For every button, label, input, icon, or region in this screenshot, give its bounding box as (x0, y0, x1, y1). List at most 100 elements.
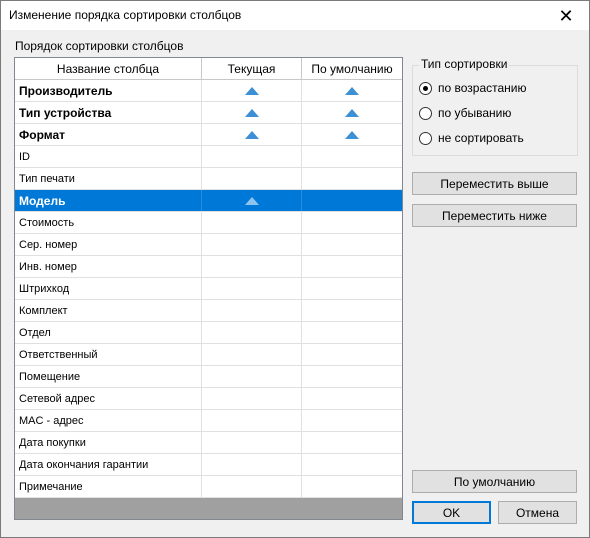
sort-ascending-icon (244, 86, 259, 95)
row-current-sort (202, 454, 302, 475)
row-column-name: Отдел (15, 322, 202, 343)
table-row[interactable]: Сетевой адрес (15, 388, 402, 410)
sort-ascending-icon (244, 196, 259, 205)
row-default-sort (302, 432, 402, 453)
move-down-button[interactable]: Переместить ниже (412, 204, 577, 227)
table-row[interactable]: Тип устройства (15, 102, 402, 124)
row-current-sort (202, 80, 302, 101)
ok-button[interactable]: OK (412, 501, 491, 524)
row-current-sort (202, 278, 302, 299)
row-default-sort (302, 190, 402, 211)
table-row[interactable]: Дата покупки (15, 432, 402, 454)
row-current-sort (202, 322, 302, 343)
row-current-sort (202, 124, 302, 145)
row-column-name: Помещение (15, 366, 202, 387)
row-current-sort (202, 476, 302, 497)
row-column-name: Формат (15, 124, 202, 145)
grid-footer (15, 498, 402, 519)
radio-ascending-label: по возрастанию (438, 81, 527, 95)
row-current-sort (202, 168, 302, 189)
column-header-default[interactable]: По умолчанию (302, 58, 402, 79)
table-row[interactable]: Штрихкод (15, 278, 402, 300)
table-row[interactable]: Помещение (15, 366, 402, 388)
close-icon: ✕ (558, 5, 574, 26)
row-column-name: Тип устройства (15, 102, 202, 123)
row-current-sort (202, 234, 302, 255)
radio-descending-circle[interactable] (419, 106, 432, 120)
cancel-button[interactable]: Отмена (498, 501, 577, 524)
columns-grid[interactable]: Название столбца Текущая По умолчанию Пр… (14, 57, 403, 520)
table-row[interactable]: Ответственный (15, 344, 402, 366)
table-row[interactable]: Сер. номер (15, 234, 402, 256)
row-column-name: Сер. номер (15, 234, 202, 255)
row-column-name: Комплект (15, 300, 202, 321)
sort-ascending-icon (244, 108, 259, 117)
row-default-sort (302, 102, 402, 123)
title-bar: Изменение порядка сортировки столбцов ✕ (1, 1, 589, 30)
radio-no-sort[interactable]: не сортировать (419, 131, 524, 145)
row-default-sort (302, 366, 402, 387)
defaults-button[interactable]: По умолчанию (412, 470, 577, 493)
table-row[interactable]: Дата окончания гарантии (15, 454, 402, 476)
table-row[interactable]: Отдел (15, 322, 402, 344)
row-default-sort (302, 124, 402, 145)
row-current-sort (202, 344, 302, 365)
row-column-name: Инв. номер (15, 256, 202, 277)
sort-order-label: Порядок сортировки столбцов (15, 39, 184, 53)
row-default-sort (302, 344, 402, 365)
row-default-sort (302, 410, 402, 431)
dialog-title: Изменение порядка сортировки столбцов (9, 8, 242, 22)
row-column-name: MAC - адрес (15, 410, 202, 431)
row-column-name: Дата окончания гарантии (15, 454, 202, 475)
row-column-name: Стоимость (15, 212, 202, 233)
row-default-sort (302, 322, 402, 343)
row-default-sort (302, 146, 402, 167)
table-row[interactable]: ID (15, 146, 402, 168)
grid-body: Производитель Тип устройства Формат ID Тип п… (15, 80, 402, 498)
row-default-sort (302, 476, 402, 497)
row-default-sort (302, 212, 402, 233)
sort-ascending-icon (345, 86, 359, 95)
table-row[interactable]: Формат (15, 124, 402, 146)
row-current-sort (202, 190, 302, 211)
row-default-sort (302, 454, 402, 475)
sort-type-title: Тип сортировки (419, 57, 510, 71)
radio-descending[interactable]: по убыванию (419, 106, 511, 120)
table-row[interactable]: MAC - адрес (15, 410, 402, 432)
sort-ascending-icon (345, 130, 359, 139)
radio-ascending[interactable]: по возрастанию (419, 81, 527, 95)
row-column-name: ID (15, 146, 202, 167)
dialog-window: Изменение порядка сортировки столбцов ✕ … (0, 0, 590, 538)
move-up-button[interactable]: Переместить выше (412, 172, 577, 195)
row-current-sort (202, 146, 302, 167)
close-button[interactable]: ✕ (543, 1, 589, 30)
table-row[interactable]: Комплект (15, 300, 402, 322)
row-current-sort (202, 366, 302, 387)
table-row[interactable]: Производитель (15, 80, 402, 102)
column-header-name[interactable]: Название столбца (15, 58, 202, 79)
table-row[interactable]: Стоимость (15, 212, 402, 234)
row-column-name: Примечание (15, 476, 202, 497)
column-header-current[interactable]: Текущая (202, 58, 302, 79)
row-current-sort (202, 300, 302, 321)
radio-no-sort-label: не сортировать (438, 131, 524, 145)
table-row[interactable]: Модель (15, 190, 402, 212)
row-column-name: Сетевой адрес (15, 388, 202, 409)
row-column-name: Тип печати (15, 168, 202, 189)
row-current-sort (202, 388, 302, 409)
row-column-name: Производитель (15, 80, 202, 101)
row-current-sort (202, 432, 302, 453)
radio-descending-label: по убыванию (438, 106, 512, 120)
grid-header: Название столбца Текущая По умолчанию (15, 58, 402, 80)
table-row[interactable]: Инв. номер (15, 256, 402, 278)
sort-ascending-icon (244, 130, 259, 139)
row-current-sort (202, 102, 302, 123)
row-current-sort (202, 410, 302, 431)
row-default-sort (302, 388, 402, 409)
table-row[interactable]: Тип печати (15, 168, 402, 190)
radio-ascending-circle[interactable] (419, 81, 432, 95)
sort-ascending-icon (345, 108, 359, 117)
table-row[interactable]: Примечание (15, 476, 402, 498)
radio-no-sort-circle[interactable] (419, 131, 432, 145)
row-current-sort (202, 256, 302, 277)
